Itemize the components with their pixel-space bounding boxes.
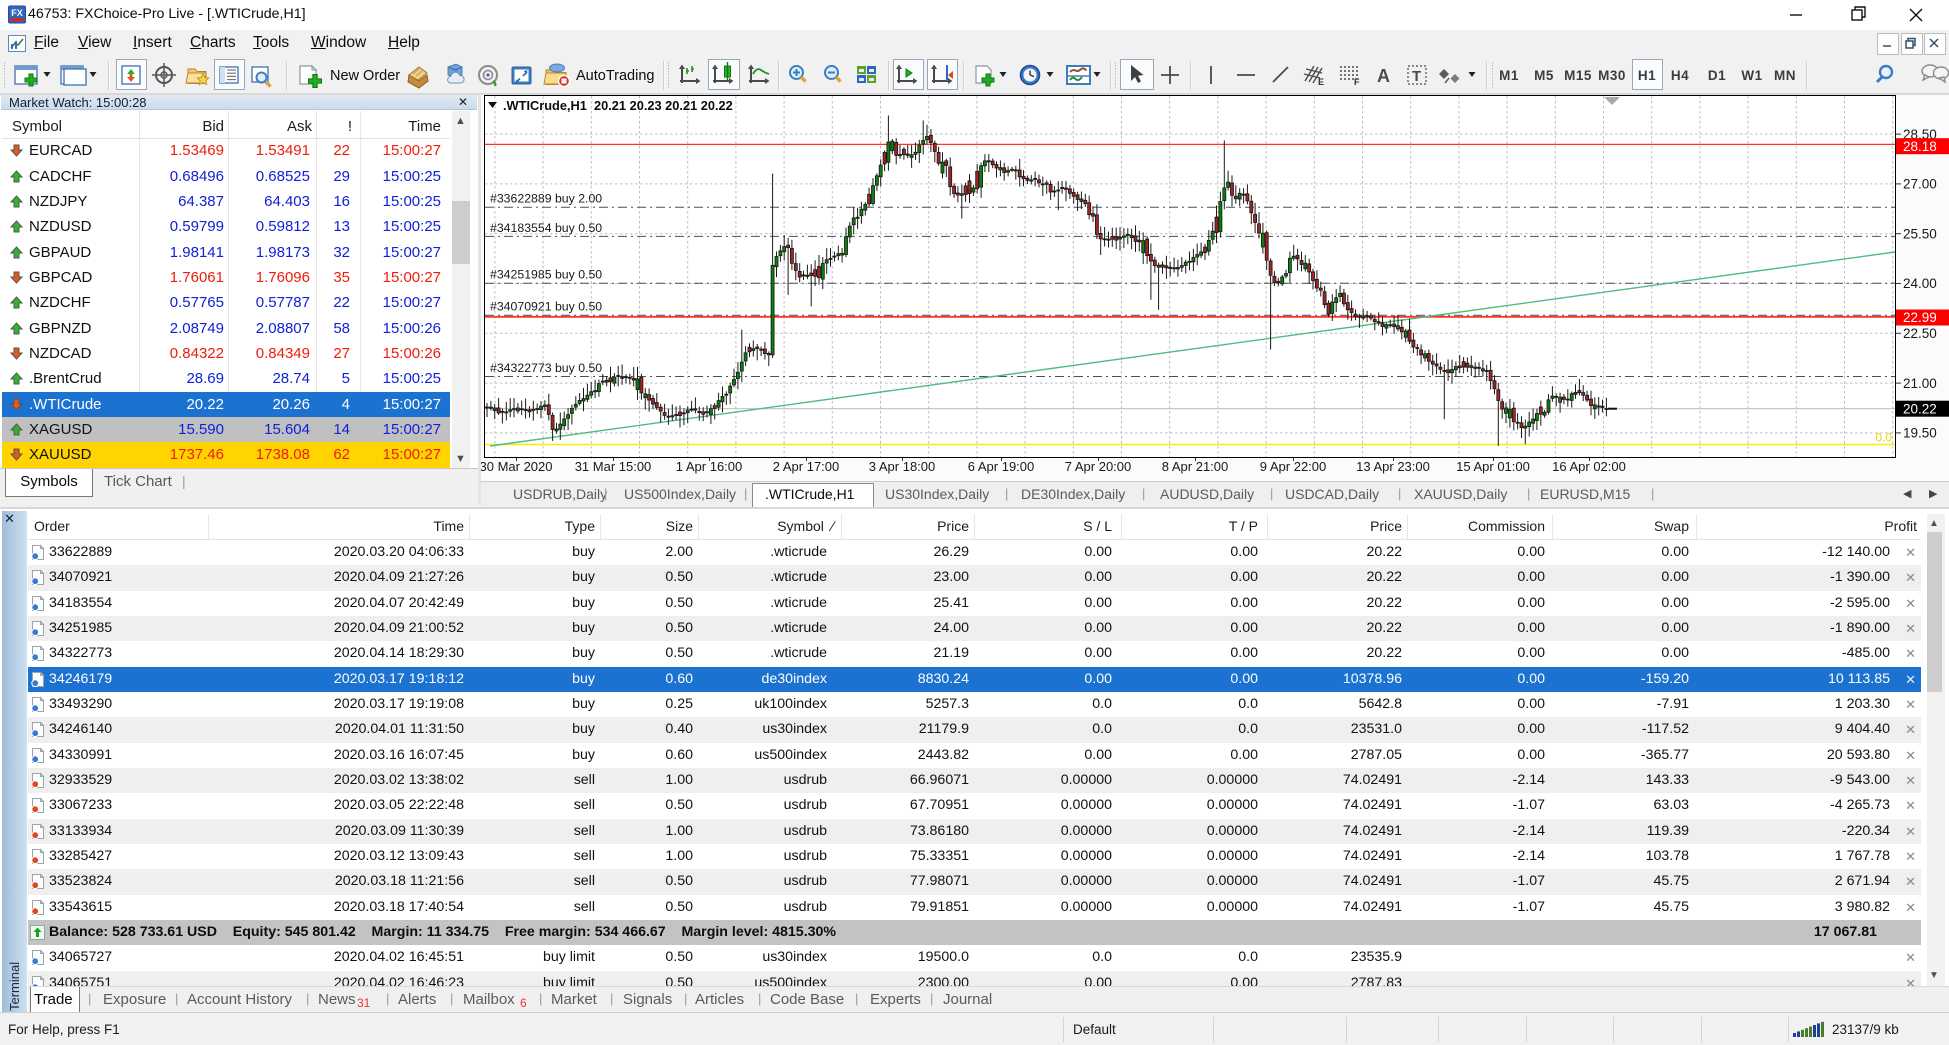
svg-text:24.00: 24.00 <box>1903 276 1937 291</box>
svg-text:19.50: 19.50 <box>1903 426 1937 441</box>
svg-text:#34322773 buy 0.50: #34322773 buy 0.50 <box>490 361 602 375</box>
svg-text:M5: M5 <box>1534 68 1554 83</box>
svg-text:0.0: 0.0 <box>1875 431 1892 445</box>
svg-text:1 Apr 16:00: 1 Apr 16:00 <box>676 459 743 474</box>
svg-text:13 Apr 23:00: 13 Apr 23:00 <box>1356 459 1430 474</box>
svg-text:27.00: 27.00 <box>1903 177 1937 192</box>
svg-text:A: A <box>1377 66 1390 86</box>
svg-text:#34251985 buy 0.50: #34251985 buy 0.50 <box>490 268 602 282</box>
svg-text:21.00: 21.00 <box>1903 376 1937 391</box>
svg-text:M1: M1 <box>1499 68 1519 83</box>
svg-text:E: E <box>1318 77 1324 87</box>
svg-text:30 Mar 2020: 30 Mar 2020 <box>481 459 553 474</box>
svg-text:20.21 20.23 20.21 20.22: 20.21 20.23 20.21 20.22 <box>594 98 733 113</box>
svg-text:25.50: 25.50 <box>1903 226 1937 241</box>
svg-text:2 Apr 17:00: 2 Apr 17:00 <box>773 459 840 474</box>
svg-text:8 Apr 21:00: 8 Apr 21:00 <box>1162 459 1229 474</box>
svg-text:AutoTrading: AutoTrading <box>576 68 654 84</box>
svg-text:FX: FX <box>11 8 23 18</box>
svg-text:H4: H4 <box>1671 68 1689 83</box>
svg-text:9 Apr 22:00: 9 Apr 22:00 <box>1260 459 1327 474</box>
svg-text:.WTICrude,H1: .WTICrude,H1 <box>503 98 587 113</box>
svg-text:3 Apr 18:00: 3 Apr 18:00 <box>869 459 936 474</box>
svg-text:D1: D1 <box>1708 68 1726 83</box>
svg-text:#34183554 buy 0.50: #34183554 buy 0.50 <box>490 221 602 235</box>
svg-text:7 Apr 20:00: 7 Apr 20:00 <box>1065 459 1132 474</box>
svg-text:T: T <box>1412 68 1421 85</box>
svg-text:31 Mar 15:00: 31 Mar 15:00 <box>575 459 652 474</box>
svg-text:6 Apr 19:00: 6 Apr 19:00 <box>968 459 1035 474</box>
svg-text:22.50: 22.50 <box>1903 326 1937 341</box>
svg-text:28.18: 28.18 <box>1903 139 1937 154</box>
svg-text:M15: M15 <box>1564 68 1592 83</box>
svg-text:New Order: New Order <box>330 68 400 84</box>
svg-text:20.22: 20.22 <box>1903 401 1937 416</box>
svg-text:MN: MN <box>1774 68 1796 83</box>
svg-text:#33622889 buy 2.00: #33622889 buy 2.00 <box>490 192 602 206</box>
svg-text:H1: H1 <box>1638 68 1656 83</box>
svg-text:F: F <box>1354 77 1360 87</box>
svg-text:#34070921 buy 0.50: #34070921 buy 0.50 <box>490 300 602 314</box>
svg-text:16 Apr 02:00: 16 Apr 02:00 <box>1552 459 1626 474</box>
svg-text:M30: M30 <box>1598 68 1626 83</box>
svg-text:Terminal: Terminal <box>7 962 22 1011</box>
svg-text:W1: W1 <box>1741 68 1762 83</box>
svg-text:22.99: 22.99 <box>1903 310 1937 325</box>
svg-text:15 Apr 01:00: 15 Apr 01:00 <box>1456 459 1530 474</box>
